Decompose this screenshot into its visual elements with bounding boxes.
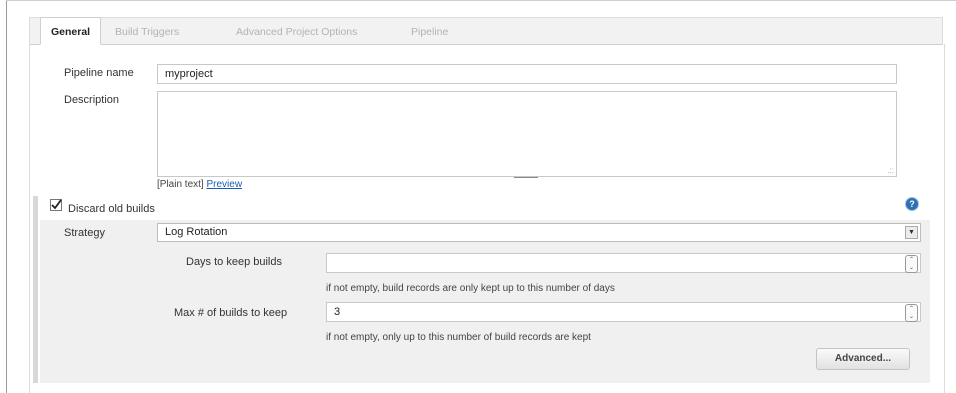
advanced-button[interactable]: Advanced... [816, 348, 910, 370]
page-border-top [6, 0, 956, 1]
dropdown-arrow-icon[interactable]: ▼ [905, 226, 918, 239]
preview-link[interactable]: Preview [206, 179, 242, 190]
resize-grip-icon[interactable]: .:: [887, 166, 894, 175]
page-border-left [6, 0, 7, 393]
pipeline-name-label: Pipeline name [64, 67, 134, 79]
days-to-keep-label: Days to keep builds [186, 256, 282, 268]
textarea-resize-handle[interactable] [514, 177, 538, 178]
discard-old-builds-label: Discard old builds [68, 203, 155, 215]
help-icon[interactable]: ? [906, 198, 918, 210]
max-builds-label: Max # of builds to keep [174, 307, 288, 319]
tab-bar: General Build Triggers Advanced Project … [29, 17, 943, 45]
tab-build-triggers[interactable]: Build Triggers [115, 18, 179, 45]
max-builds-input[interactable]: 3 ⌃ ⌄ [326, 302, 921, 322]
description-label: Description [64, 94, 120, 106]
strategy-select[interactable]: Log Rotation ▼ [157, 223, 921, 242]
tab-general[interactable]: General [40, 17, 102, 45]
section-indent-bar [33, 196, 38, 383]
tab-pipeline[interactable]: Pipeline [411, 18, 448, 45]
days-to-keep-hint: if not empty, build records are only kep… [326, 283, 615, 294]
strategy-label: Strategy [64, 227, 105, 239]
discard-old-builds-checkbox[interactable] [50, 199, 62, 211]
pipeline-name-input[interactable]: myproject [157, 64, 897, 84]
plain-text-label: [Plain text] [157, 179, 204, 190]
max-builds-hint: if not empty, only up to this number of … [326, 332, 591, 343]
max-builds-spinner-icon[interactable]: ⌃ ⌄ [905, 304, 918, 322]
days-to-keep-input[interactable]: ⌃ ⌄ [326, 253, 921, 273]
description-textarea[interactable]: .:: [157, 91, 897, 177]
tab-advanced-project-options[interactable]: Advanced Project Options [236, 18, 357, 45]
format-note: [Plain text] Preview [157, 179, 242, 190]
strategy-selected-value: Log Rotation [165, 226, 228, 238]
max-builds-value: 3 [334, 306, 341, 318]
days-spinner-icon[interactable]: ⌃ ⌄ [905, 255, 918, 273]
